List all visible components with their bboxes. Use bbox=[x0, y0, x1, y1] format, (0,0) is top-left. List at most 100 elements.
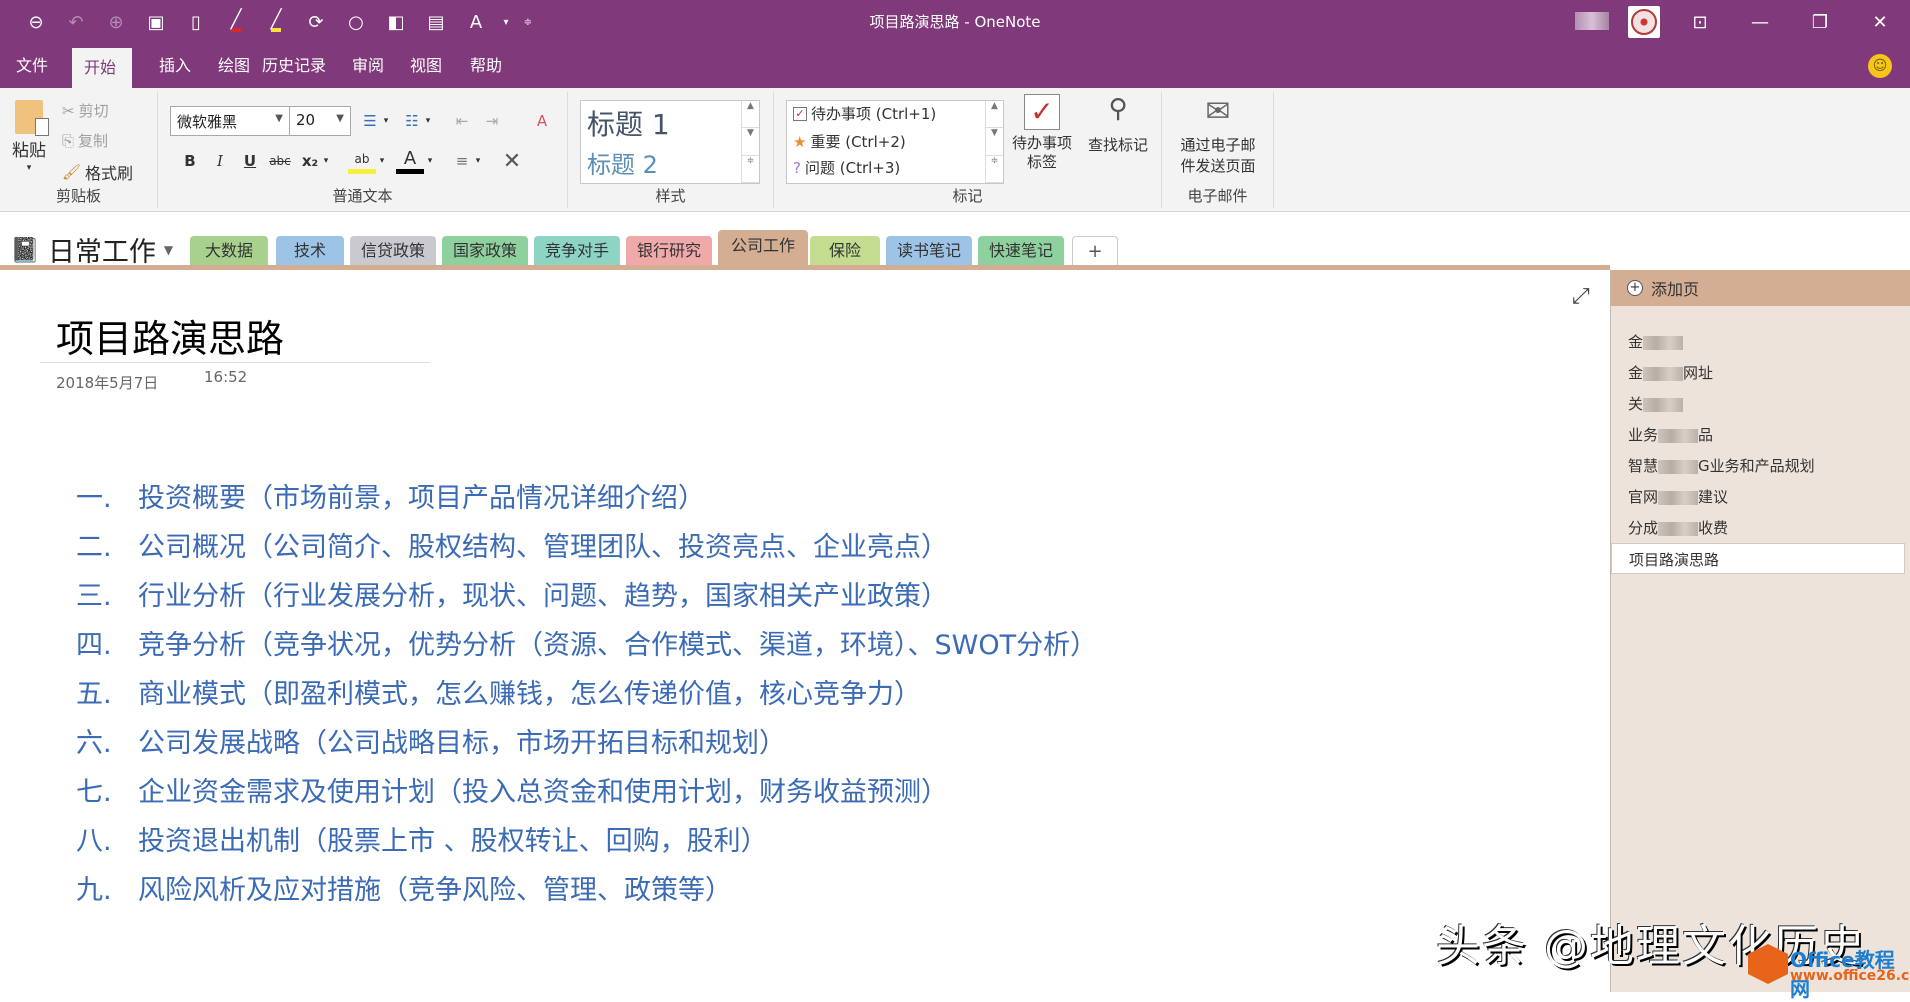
subscript-dropdown-icon[interactable]: ▾ bbox=[318, 148, 334, 174]
gallery-scrollbar[interactable]: ▲ ▼ ≑ bbox=[741, 101, 759, 183]
outline-item[interactable]: 三. 行业分析（行业发展分析，现状、问题、趋势，国家相关产业政策） bbox=[76, 572, 1108, 621]
increase-indent-icon[interactable]: ⇥ bbox=[478, 108, 506, 134]
ribbon-display-icon[interactable]: ⊡ bbox=[1670, 0, 1730, 44]
outline-item[interactable]: 二. 公司概况（公司简介、股权结构、管理团队、投资亮点、企业亮点） bbox=[76, 523, 1108, 572]
email-label: 电子邮件 bbox=[1187, 187, 1248, 205]
numbering-dropdown-icon[interactable]: ▾ bbox=[420, 108, 436, 134]
checkmark-icon: ✓ bbox=[1024, 94, 1060, 130]
format-painter-button[interactable]: 🖌 格式刷 bbox=[62, 160, 133, 184]
feedback-smiley-icon[interactable]: ☺ bbox=[1868, 54, 1892, 78]
page-list-item[interactable]: 官网 建议 bbox=[1611, 481, 1905, 512]
highlight-dropdown-icon[interactable]: ▾ bbox=[374, 148, 390, 174]
tag-important[interactable]: ★ 重要 (Ctrl+2) bbox=[793, 131, 906, 152]
copy-button[interactable]: ⎘ 复制 bbox=[62, 130, 108, 151]
section-tab[interactable]: 读书笔记 bbox=[886, 236, 972, 266]
email-page-button[interactable]: ✉ 通过电子邮 件发送页面 bbox=[1168, 94, 1268, 176]
tab-history[interactable]: 历史记录 bbox=[250, 44, 338, 88]
restore-icon[interactable]: ❐ bbox=[1790, 0, 1850, 44]
font-color-dropdown-icon[interactable]: ▾ bbox=[422, 148, 438, 174]
section-tab[interactable]: 技术 bbox=[276, 236, 344, 266]
outline-item[interactable]: 八. 投资退出机制（股票上市 、股权转让、回购，股利） bbox=[76, 817, 1108, 866]
paste-dropdown-icon[interactable]: ▾ bbox=[27, 163, 32, 173]
page-name-suffix: 收费 bbox=[1698, 519, 1729, 537]
outline-number: 四. bbox=[76, 630, 112, 661]
section-tab[interactable]: 信贷政策 bbox=[350, 236, 436, 266]
strikethrough-button[interactable]: abc bbox=[266, 148, 294, 174]
section-tab[interactable]: 竞争对手 bbox=[534, 236, 620, 266]
align-dropdown-icon[interactable]: ▾ bbox=[470, 148, 486, 174]
gallery-scrollbar[interactable]: ▲ ▼ ≑ bbox=[985, 101, 1003, 183]
tags-group: ✓ 待办事项 (Ctrl+1) ★ 重要 (Ctrl+2) ? 问题 (Ctrl+3)… bbox=[774, 92, 1162, 208]
chevron-down-icon: ▼ bbox=[275, 113, 283, 124]
style-heading-1[interactable]: 标题 1 bbox=[587, 103, 670, 143]
delete-icon[interactable]: ✕ bbox=[498, 148, 526, 174]
outline-item[interactable]: 九. 风险风析及应对措施（竞争风险、管理、政策等） bbox=[76, 866, 1108, 915]
page-name-prefix: 业务 bbox=[1628, 426, 1659, 444]
redacted-text bbox=[1643, 366, 1684, 381]
tab-help[interactable]: 帮助 bbox=[458, 44, 514, 88]
cut-button[interactable]: ✂ 剪切 bbox=[62, 100, 109, 121]
font-name-combo[interactable]: 微软雅黑 ▼ bbox=[170, 106, 290, 136]
expand-page-icon[interactable]: ⤢ bbox=[1572, 284, 1590, 309]
section-tab[interactable]: 银行研究 bbox=[626, 236, 712, 266]
bullets-dropdown-icon[interactable]: ▾ bbox=[378, 108, 394, 134]
copy-icon: ⎘ bbox=[62, 131, 75, 150]
font-size-combo[interactable]: 20 ▼ bbox=[289, 106, 351, 136]
page-list-item[interactable]: 分成 收费 bbox=[1611, 512, 1905, 543]
tab-insert[interactable]: 插入 bbox=[147, 44, 203, 88]
notebook-selector[interactable]: 📓 日常工作 ▼ bbox=[10, 230, 173, 269]
close-icon[interactable]: ✕ bbox=[1850, 0, 1910, 44]
user-name-blurred[interactable] bbox=[1575, 12, 1609, 30]
clipboard-group: 粘贴 ▾ ✂ 剪切 ⎘ 复制 🖌 格式刷 剪贴板 bbox=[0, 92, 158, 208]
tag-todo[interactable]: ✓ 待办事项 (Ctrl+1) bbox=[793, 103, 936, 124]
outline[interactable]: 一. 投资概要（市场前景，项目产品情况详细介绍） 二. 公司概况（公司简介、股权结构、… bbox=[76, 474, 1108, 915]
section-tab[interactable]: 国家政策 bbox=[442, 236, 528, 266]
bold-button[interactable]: B bbox=[176, 148, 204, 174]
highlight-icon[interactable]: ab bbox=[348, 148, 376, 174]
section-tab[interactable]: 大数据 bbox=[190, 236, 268, 266]
outline-item[interactable]: 五. 商业模式（即盈利模式，怎么赚钱，怎么传递价值，核心竞争力） bbox=[76, 670, 1108, 719]
paste-button[interactable]: 粘贴 ▾ bbox=[12, 100, 49, 173]
redacted-text bbox=[1658, 428, 1699, 443]
italic-button[interactable]: I bbox=[206, 148, 234, 174]
notebook-icon: 📓 bbox=[10, 235, 40, 264]
page-name-prefix: 智慧 bbox=[1628, 457, 1659, 475]
style-heading-2[interactable]: 标题 2 bbox=[587, 145, 658, 180]
decrease-indent-icon[interactable]: ⇤ bbox=[448, 108, 476, 134]
page-name-prefix: 金 bbox=[1628, 364, 1644, 382]
outline-item[interactable]: 六. 公司发展战略（公司战略目标，市场开拓目标和规划） bbox=[76, 719, 1108, 768]
tab-home[interactable]: 开始 bbox=[72, 48, 132, 88]
tab-view[interactable]: 视图 bbox=[398, 44, 454, 88]
outline-text: 公司发展战略（公司战略目标，市场开拓目标和规划） bbox=[138, 728, 786, 759]
outline-text: 商业模式（即盈利模式，怎么赚钱，怎么传递价值，核心竞争力） bbox=[138, 679, 921, 710]
avatar[interactable] bbox=[1628, 6, 1660, 38]
page-list-item[interactable]: 金 网址 bbox=[1611, 357, 1905, 388]
page-list-item[interactable]: 项目路演思路 bbox=[1611, 543, 1905, 574]
minimize-icon[interactable]: — bbox=[1730, 0, 1790, 44]
outline-item[interactable]: 一. 投资概要（市场前景，项目产品情况详细介绍） bbox=[76, 474, 1108, 523]
clipboard-label: 剪贴板 bbox=[55, 187, 101, 205]
outline-item[interactable]: 四. 竞争分析（竞争状况，优势分析（资源、合作模式、渠道，环境）、SWOT分析） bbox=[76, 621, 1108, 670]
todo-tag-button[interactable]: ✓ 待办事项 标签 bbox=[1004, 94, 1080, 172]
page-list-item[interactable]: 业务 品 bbox=[1611, 419, 1905, 450]
page-list-item[interactable]: 金 bbox=[1611, 326, 1905, 357]
section-tab[interactable]: 公司工作 bbox=[718, 230, 808, 266]
page-title[interactable]: 项目路演思路 bbox=[56, 308, 284, 363]
tab-file[interactable]: 文件 bbox=[4, 44, 60, 88]
styles-group: 标题 1 标题 2 ▲ ▼ ≑ 样式 bbox=[568, 92, 774, 208]
clear-formatting-icon[interactable]: A bbox=[528, 108, 556, 134]
section-tab[interactable]: 快速笔记 bbox=[978, 236, 1064, 266]
page-list-item[interactable]: 关 bbox=[1611, 388, 1905, 419]
outline-item[interactable]: 七. 企业资金需求及使用计划（投入总资金和使用计划，财务收益预测） bbox=[76, 768, 1108, 817]
section-tab[interactable]: 保险 bbox=[810, 236, 880, 266]
page-canvas[interactable]: 项目路演思路 2018年5月7日 16:52 ⤢ 一. 投资概要（市场前景，项目产… bbox=[0, 270, 1610, 992]
outline-number: 一. bbox=[76, 483, 112, 514]
add-section-button[interactable]: + bbox=[1072, 236, 1118, 266]
tab-review[interactable]: 审阅 bbox=[340, 44, 396, 88]
underline-button[interactable]: U bbox=[236, 148, 264, 174]
find-tags-button[interactable]: ⚲ 查找标记 bbox=[1080, 94, 1156, 155]
tag-question[interactable]: ? 问题 (Ctrl+3) bbox=[793, 157, 900, 178]
add-page-button[interactable]: + 添加页 bbox=[1611, 270, 1910, 306]
page-list-item[interactable]: 智慧 G业务和产品规划 bbox=[1611, 450, 1905, 481]
font-color-icon[interactable]: A bbox=[396, 148, 424, 174]
